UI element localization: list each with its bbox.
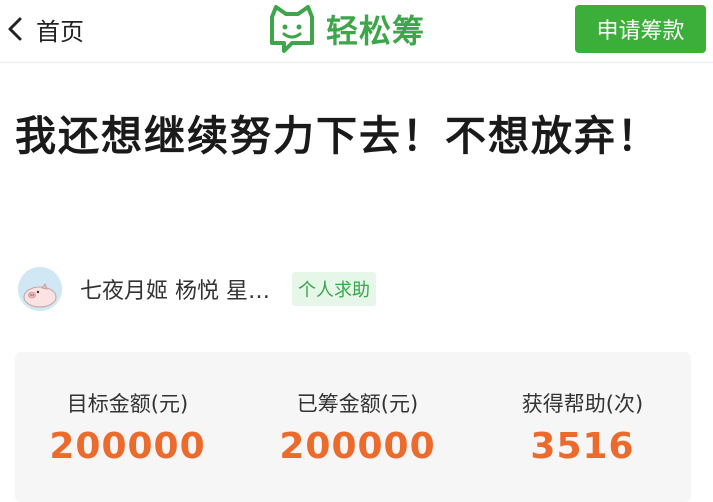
top-nav-bar: 首页 轻松筹 申请筹款 xyxy=(0,0,713,63)
stat-value: 200000 xyxy=(49,426,206,467)
stat-label: 目标金额(元) xyxy=(66,392,189,416)
stat-value: 200000 xyxy=(279,426,436,467)
stats-card: 目标金额(元) 200000 已筹金额(元) 200000 获得帮助(次) 35… xyxy=(15,352,691,502)
chevron-left-icon xyxy=(8,17,22,41)
apply-fundraising-button[interactable]: 申请筹款 xyxy=(575,5,706,53)
stat-label: 已筹金额(元) xyxy=(296,392,419,416)
category-tag: 个人求助 xyxy=(292,272,376,306)
brand-logo: 轻松筹 xyxy=(266,3,425,55)
back-label: 首页 xyxy=(36,17,84,46)
logo-cat-icon xyxy=(270,5,314,53)
avatar[interactable] xyxy=(18,267,62,311)
stat-label: 获得帮助(次) xyxy=(521,392,644,416)
author-row: 七夜月姬 杨悦 星… 个人求助 xyxy=(18,266,376,312)
author-name[interactable]: 七夜月姬 杨悦 星… xyxy=(80,273,270,305)
project-title: 我还想继续努力下去！不想放弃！ xyxy=(15,112,660,160)
logo-text: 轻松筹 xyxy=(326,12,426,50)
back-button[interactable]: 首页 xyxy=(6,9,84,49)
pig-avatar-icon xyxy=(18,267,62,311)
stat-value: 3516 xyxy=(530,426,635,467)
